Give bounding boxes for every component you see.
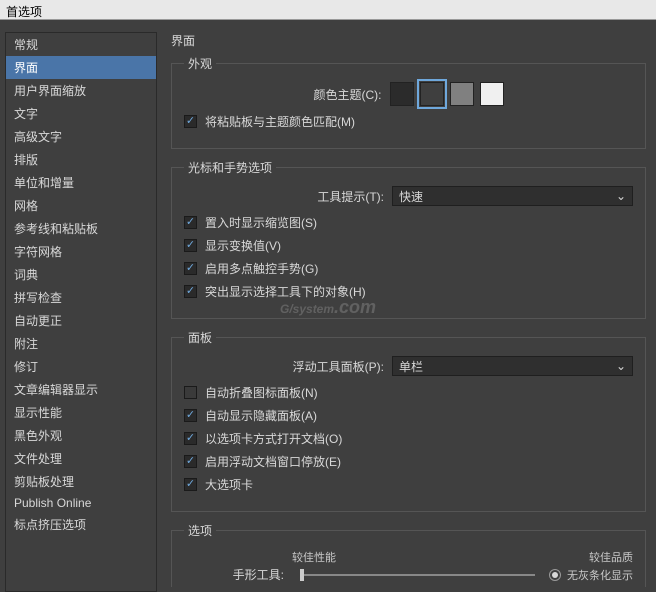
- options-group: 选项 手形工具: 较佳性能 较佳品质 无灰条化显示: [171, 522, 646, 587]
- tooltip-select[interactable]: 快速 ⌄: [392, 186, 633, 206]
- appearance-group: 外观 颜色主题(C): 将粘贴板与主题颜色匹配(M): [171, 55, 646, 149]
- cursor-group: 光标和手势选项 工具提示(T): 快速 ⌄ 置入时显示缩览图(S) 显示变换值(V…: [171, 159, 646, 319]
- appearance-legend: 外观: [184, 55, 216, 72]
- sidebar-item[interactable]: 剪贴板处理: [6, 470, 156, 493]
- checkbox[interactable]: [184, 478, 197, 491]
- no-greek-label: 无灰条化显示: [567, 567, 633, 583]
- sidebar-item[interactable]: 用户界面缩放: [6, 79, 156, 102]
- sidebar-item[interactable]: 字符网格: [6, 240, 156, 263]
- checkbox-label: 启用浮动文档窗口停放(E): [205, 453, 341, 470]
- tooltip-label: 工具提示(T):: [184, 188, 384, 205]
- panels-legend: 面板: [184, 329, 216, 346]
- checkbox[interactable]: [184, 432, 197, 445]
- title-bar: 首选项: [0, 0, 656, 20]
- checkbox-label: 突出显示选择工具下的对象(H): [205, 283, 366, 300]
- checkbox-label: 以选项卡方式打开文档(O): [205, 430, 342, 447]
- no-greek-radio[interactable]: [549, 569, 561, 581]
- sidebar-item[interactable]: 常规: [6, 33, 156, 56]
- checkbox-label: 大选项卡: [205, 476, 253, 493]
- sidebar-item[interactable]: 单位和增量: [6, 171, 156, 194]
- sidebar-item[interactable]: 界面: [6, 56, 156, 79]
- cursor-legend: 光标和手势选项: [184, 159, 276, 176]
- sidebar-item[interactable]: 显示性能: [6, 401, 156, 424]
- checkbox[interactable]: [184, 285, 197, 298]
- checkbox[interactable]: [184, 386, 197, 399]
- panels-group: 面板 浮动工具面板(P): 单栏 ⌄ 自动折叠图标面板(N) 自动显示隐藏面板(A…: [171, 329, 646, 512]
- sidebar-item[interactable]: 黑色外观: [6, 424, 156, 447]
- color-theme-label: 颜色主题(C):: [314, 86, 382, 103]
- color-swatch[interactable]: [420, 82, 444, 106]
- sidebar-item[interactable]: 高级文字: [6, 125, 156, 148]
- window-title: 首选项: [6, 5, 42, 19]
- checkbox[interactable]: [184, 216, 197, 229]
- floating-tools-label: 浮动工具面板(P):: [184, 358, 384, 375]
- hand-tool-slider[interactable]: [300, 574, 535, 576]
- sidebar-item[interactable]: 文字: [6, 102, 156, 125]
- slider-thumb[interactable]: [300, 569, 304, 581]
- checkbox-label: 自动折叠图标面板(N): [205, 384, 318, 401]
- better-performance-label: 较佳性能: [292, 549, 336, 565]
- sidebar-item[interactable]: 文章编辑器显示: [6, 378, 156, 401]
- checkbox[interactable]: [184, 409, 197, 422]
- checkbox[interactable]: [184, 239, 197, 252]
- sidebar-item[interactable]: 网格: [6, 194, 156, 217]
- floating-tools-select[interactable]: 单栏 ⌄: [392, 356, 633, 376]
- sidebar-item[interactable]: 自动更正: [6, 309, 156, 332]
- color-swatch[interactable]: [480, 82, 504, 106]
- sidebar-item[interactable]: 排版: [6, 148, 156, 171]
- floating-tools-value: 单栏: [399, 358, 423, 375]
- color-theme-swatches: [390, 82, 504, 106]
- content-panel: 界面 外观 颜色主题(C): 将粘贴板与主题颜色匹配(M) 光标和手势选项 工具…: [157, 32, 656, 587]
- sidebar-item[interactable]: 标点挤压选项: [6, 513, 156, 536]
- sidebar-item[interactable]: 参考线和粘贴板: [6, 217, 156, 240]
- main-layout: 常规界面用户界面缩放文字高级文字排版单位和增量网格参考线和粘贴板字符网格词典拼写…: [0, 20, 656, 587]
- checkbox-label: 启用多点触控手势(G): [205, 260, 318, 277]
- sidebar-item[interactable]: Publish Online: [6, 493, 156, 513]
- match-pasteboard-checkbox[interactable]: [184, 115, 197, 128]
- checkbox[interactable]: [184, 455, 197, 468]
- tooltip-value: 快速: [399, 188, 423, 205]
- color-swatch[interactable]: [390, 82, 414, 106]
- sidebar-item[interactable]: 修订: [6, 355, 156, 378]
- chevron-down-icon: ⌄: [616, 359, 626, 373]
- checkbox-label: 置入时显示缩览图(S): [205, 214, 317, 231]
- sidebar-item[interactable]: 附注: [6, 332, 156, 355]
- hand-tool-label: 手形工具:: [184, 566, 284, 583]
- sidebar-item[interactable]: 词典: [6, 263, 156, 286]
- checkbox-label: 显示变换值(V): [205, 237, 281, 254]
- chevron-down-icon: ⌄: [616, 189, 626, 203]
- better-quality-label: 较佳品质: [589, 549, 633, 565]
- color-swatch[interactable]: [450, 82, 474, 106]
- options-legend: 选项: [184, 522, 216, 539]
- sidebar-item[interactable]: 拼写检查: [6, 286, 156, 309]
- page-title: 界面: [171, 32, 646, 49]
- match-pasteboard-label: 将粘贴板与主题颜色匹配(M): [205, 113, 355, 130]
- sidebar-item[interactable]: 文件处理: [6, 447, 156, 470]
- checkbox-label: 自动显示隐藏面板(A): [205, 407, 317, 424]
- sidebar: 常规界面用户界面缩放文字高级文字排版单位和增量网格参考线和粘贴板字符网格词典拼写…: [5, 32, 157, 592]
- checkbox[interactable]: [184, 262, 197, 275]
